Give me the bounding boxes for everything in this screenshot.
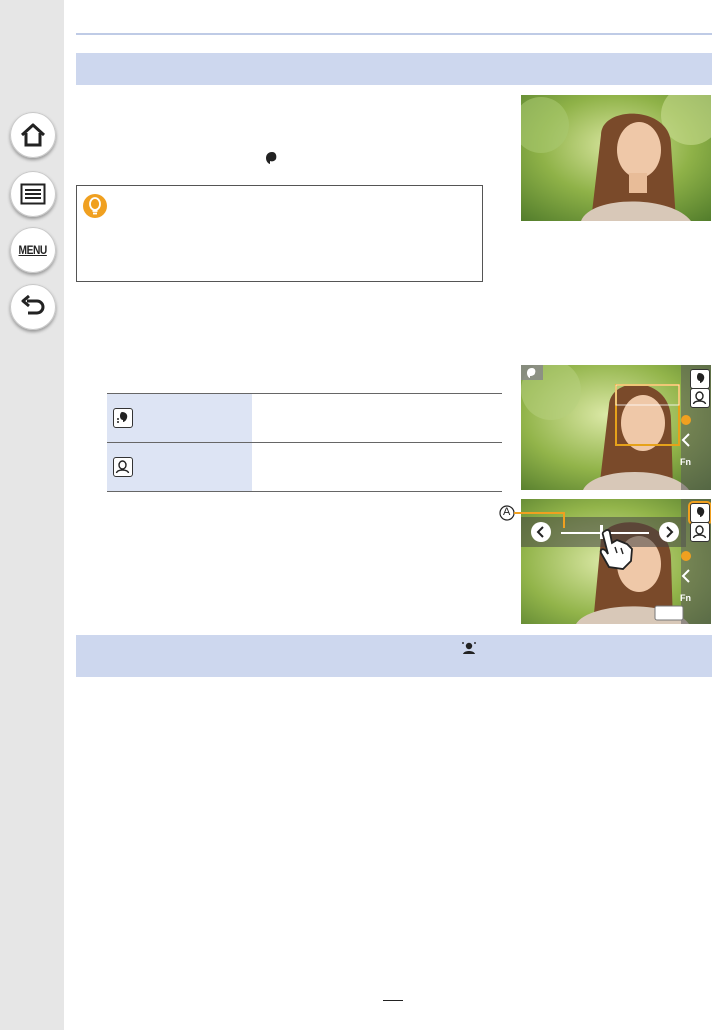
- table-row: [107, 393, 502, 443]
- face-portrait-icon: [113, 457, 133, 477]
- status-dot-icon: [681, 415, 691, 425]
- page-number-rule: [383, 1000, 403, 1001]
- face-portrait-icon[interactable]: [690, 522, 710, 542]
- status-dot-icon: [681, 551, 691, 561]
- lightbulb-icon: [83, 194, 107, 218]
- slider-increase-button[interactable]: [659, 522, 679, 542]
- beauty-mode-icon: [266, 152, 277, 164]
- home-button[interactable]: [10, 112, 56, 158]
- mode-table: [107, 393, 502, 492]
- section-title-band: [76, 53, 712, 85]
- face-skin-icon: [113, 408, 133, 428]
- back-button[interactable]: [10, 284, 56, 330]
- list-icon: [20, 183, 46, 205]
- table-icon-cell: [107, 442, 252, 492]
- note-band: [76, 635, 712, 677]
- navigation-sidebar: MENU: [0, 0, 64, 1030]
- face-skin-icon[interactable]: [690, 503, 710, 523]
- table-icon-cell: [107, 393, 252, 443]
- face-portrait-icon[interactable]: [690, 388, 710, 408]
- contents-button[interactable]: [10, 171, 56, 217]
- touch-hand-icon: [599, 529, 633, 570]
- face-skin-icon[interactable]: [690, 369, 710, 389]
- tip-box: [76, 185, 483, 282]
- back-arrow-icon: [21, 295, 45, 315]
- menu-button[interactable]: MENU: [10, 227, 56, 273]
- beauty-mode-icon: [527, 368, 536, 378]
- fn-label: Fn: [680, 457, 691, 467]
- sample-portrait-photo: [521, 95, 711, 221]
- table-row: [107, 442, 502, 492]
- callout-label: A: [503, 506, 511, 518]
- menu-icon: MENU: [18, 243, 48, 257]
- table-desc-cell: [252, 442, 502, 492]
- chevron-left-icon[interactable]: [681, 433, 691, 447]
- chevron-left-icon[interactable]: [681, 569, 691, 583]
- face-detection-icon: [462, 642, 476, 654]
- home-icon: [20, 123, 46, 147]
- fn-label: Fn: [680, 593, 691, 603]
- table-desc-cell: [252, 393, 502, 443]
- viewfinder-screen-1: Fn: [521, 365, 711, 490]
- chevron-right-icon: [666, 526, 674, 538]
- header-rule: [76, 33, 712, 35]
